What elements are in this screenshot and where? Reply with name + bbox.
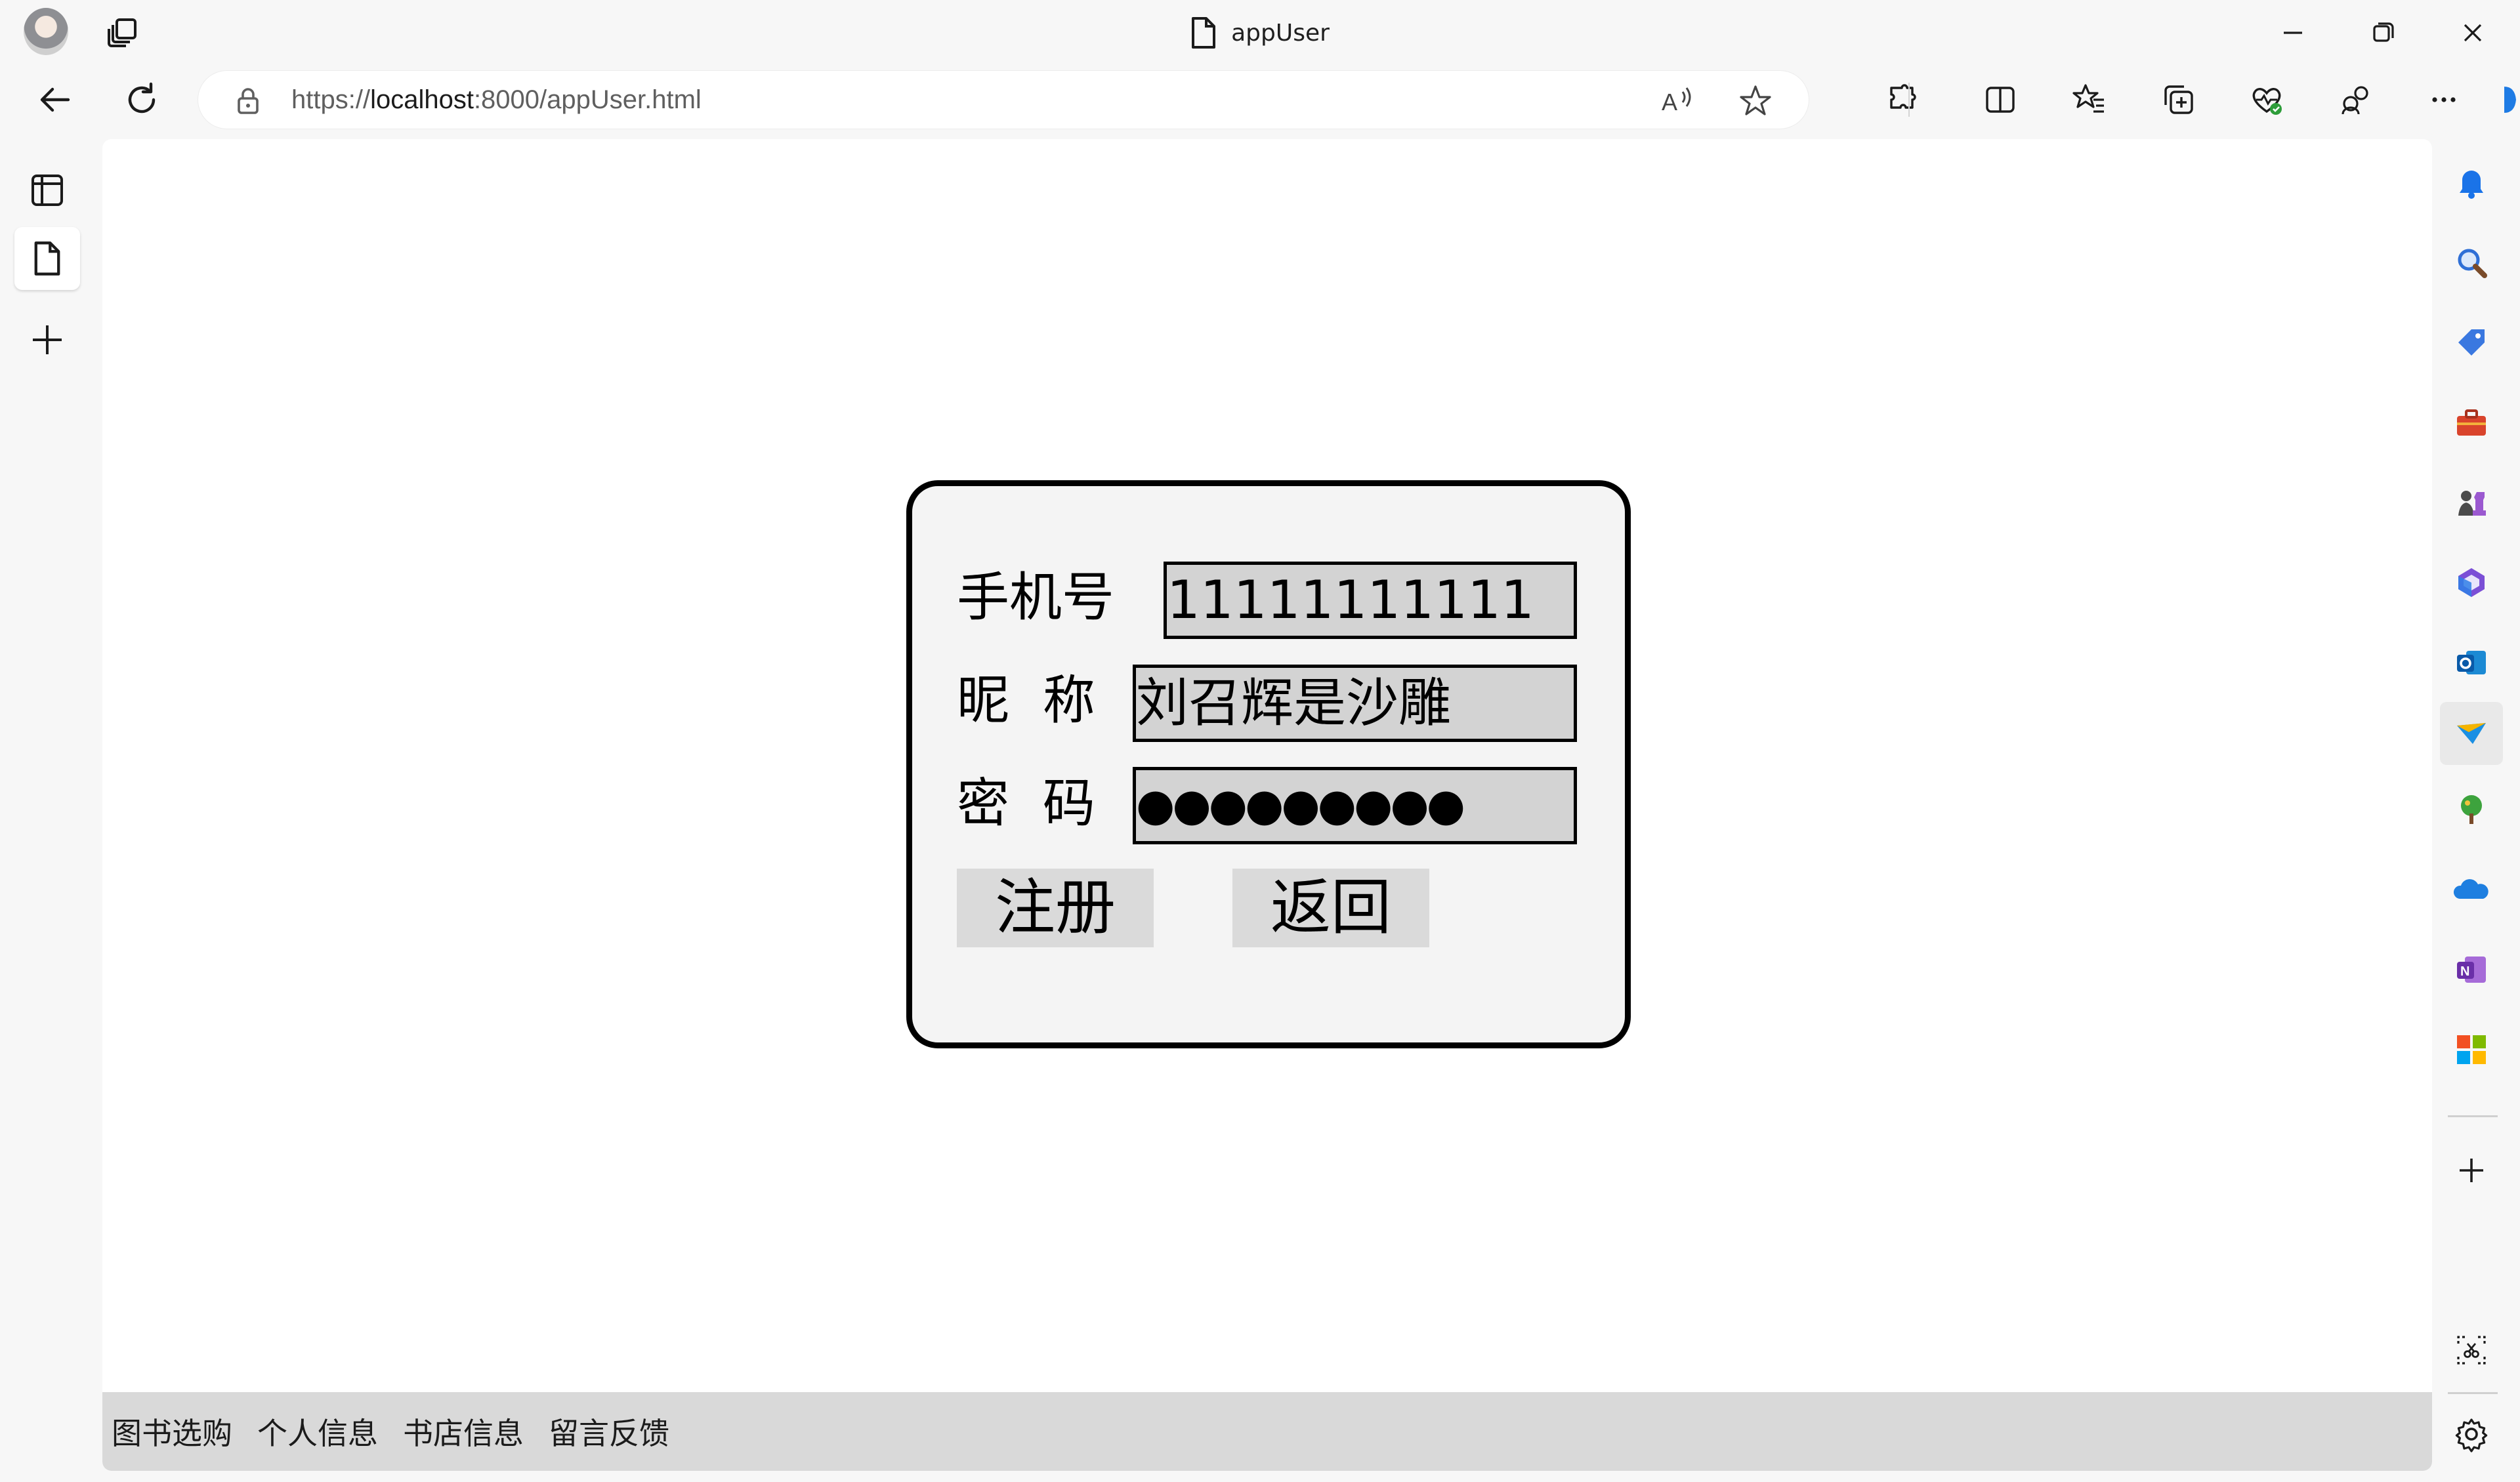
restore-icon[interactable]: [2365, 14, 2402, 51]
search-icon[interactable]: [2453, 244, 2490, 281]
title-bar: appUser: [0, 0, 2520, 66]
nickname-input[interactable]: 刘召辉是沙雕: [1133, 665, 1577, 742]
menu-item-feedback[interactable]: 留言反馈: [549, 1410, 669, 1453]
games-chess-icon[interactable]: [2453, 484, 2490, 521]
microsoft-365-icon[interactable]: [2453, 564, 2490, 601]
favorites-icon[interactable]: [2071, 81, 2108, 118]
svg-text:A: A: [1662, 89, 1677, 115]
notifications-bell-icon[interactable]: [2453, 164, 2490, 201]
outlook-icon[interactable]: [2453, 644, 2490, 681]
browser-essentials-icon[interactable]: [2248, 81, 2285, 118]
register-button[interactable]: 注册: [957, 869, 1154, 947]
shopping-tag-icon[interactable]: [2453, 324, 2490, 361]
tree-icon[interactable]: [2453, 791, 2490, 828]
onenote-icon[interactable]: N: [2453, 951, 2490, 988]
tab-title: appUser: [1231, 19, 1330, 47]
copilot-share-icon[interactable]: [2338, 81, 2374, 118]
new-tab-plus-icon[interactable]: [26, 319, 68, 361]
url-host: localhost: [370, 85, 474, 114]
password-label: 密 码: [957, 773, 1095, 834]
copilot-icon[interactable]: [2504, 81, 2517, 118]
minimize-icon[interactable]: [2275, 14, 2311, 51]
tab-actions-icon[interactable]: [105, 16, 142, 50]
send-drop-icon[interactable]: [2453, 715, 2490, 752]
close-icon[interactable]: [2454, 14, 2491, 51]
screenshot-capture-icon[interactable]: [2453, 1332, 2490, 1369]
sidebar-divider: [2448, 1115, 2498, 1117]
onedrive-cloud-icon[interactable]: [2453, 871, 2490, 908]
menu-item-bookstore-info[interactable]: 书店信息: [403, 1410, 524, 1453]
settings-gear-icon[interactable]: [2453, 1416, 2490, 1452]
collections-icon[interactable]: [2160, 81, 2197, 118]
toolbar-divider: [1908, 83, 1910, 117]
bottom-nav-menu: 图书选购 个人信息 书店信息 留言反馈: [102, 1392, 2432, 1471]
tools-toolbox-icon[interactable]: [2453, 404, 2490, 441]
register-form-card: 手机号 11111111111 昵 称 刘召辉是沙雕 密 码 ●●●●●●●●●…: [906, 480, 1631, 1048]
add-sidebar-app-icon[interactable]: [2453, 1152, 2490, 1189]
address-bar[interactable]: https://localhost:8000/appUser.html A: [198, 71, 1809, 129]
split-screen-icon[interactable]: [1982, 81, 2019, 118]
url-text[interactable]: https://localhost:8000/appUser.html: [291, 83, 702, 117]
lock-icon[interactable]: [235, 87, 261, 115]
tab-panel-icon[interactable]: [26, 169, 68, 211]
page-content: 手机号 11111111111 昵 称 刘召辉是沙雕 密 码 ●●●●●●●●●…: [102, 139, 2432, 1471]
menu-item-book-shopping[interactable]: 图书选购: [112, 1410, 232, 1453]
nickname-label: 昵 称: [957, 670, 1095, 731]
url-scheme: https://: [291, 85, 371, 114]
phone-label: 手机号: [957, 567, 1114, 628]
microsoft-store-icon[interactable]: [2453, 1031, 2490, 1068]
url-path: :8000/appUser.html: [473, 85, 702, 114]
read-aloud-icon[interactable]: A: [1659, 84, 1696, 117]
phone-input[interactable]: 11111111111: [1164, 562, 1577, 639]
vertical-tab-appuser[interactable]: [14, 227, 80, 290]
more-options-icon[interactable]: [2426, 81, 2462, 118]
sidebar-divider: [2448, 1392, 2498, 1394]
menu-item-personal-info[interactable]: 个人信息: [257, 1410, 378, 1453]
profile-avatar[interactable]: [24, 8, 68, 55]
favorite-star-icon[interactable]: [1738, 84, 1773, 118]
back-arrow-icon[interactable]: [35, 80, 75, 119]
refresh-icon[interactable]: [122, 80, 161, 119]
page-document-icon: [34, 241, 60, 276]
page-document-icon: [1192, 17, 1216, 49]
password-input[interactable]: ●●●●●●●●●: [1133, 767, 1577, 844]
extensions-icon[interactable]: [1883, 81, 1920, 118]
svg-text:N: N: [2460, 964, 2469, 979]
back-button[interactable]: 返回: [1232, 869, 1429, 947]
